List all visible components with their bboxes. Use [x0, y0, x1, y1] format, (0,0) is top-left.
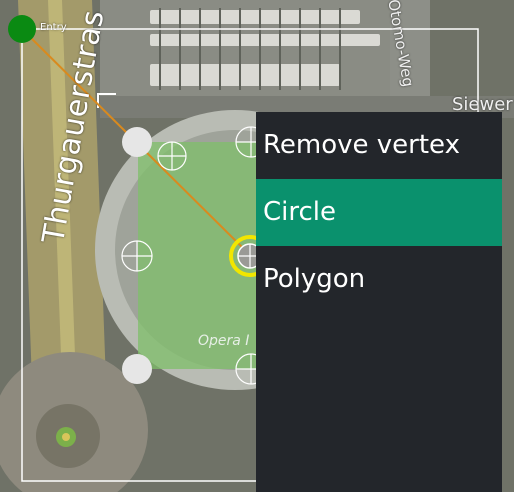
menu-item-remove-vertex[interactable]: Remove vertex: [256, 112, 502, 179]
entry-marker[interactable]: [8, 15, 36, 43]
road-east: [390, 0, 430, 110]
plaza-dot: [62, 433, 70, 441]
midpoint-handle-top[interactable]: [157, 141, 187, 171]
vertex-handle-bottom-left[interactable]: [122, 354, 152, 384]
map-editor: Thurgauerstras Siewer Otomo-Weg Opera I …: [0, 0, 514, 492]
menu-item-polygon[interactable]: Polygon: [256, 246, 502, 313]
vertex-handle-top-left[interactable]: [122, 127, 152, 157]
midpoint-handle-left[interactable]: [121, 240, 153, 272]
context-menu: Remove vertex Circle Polygon: [256, 112, 502, 492]
menu-item-circle[interactable]: Circle: [256, 179, 502, 246]
